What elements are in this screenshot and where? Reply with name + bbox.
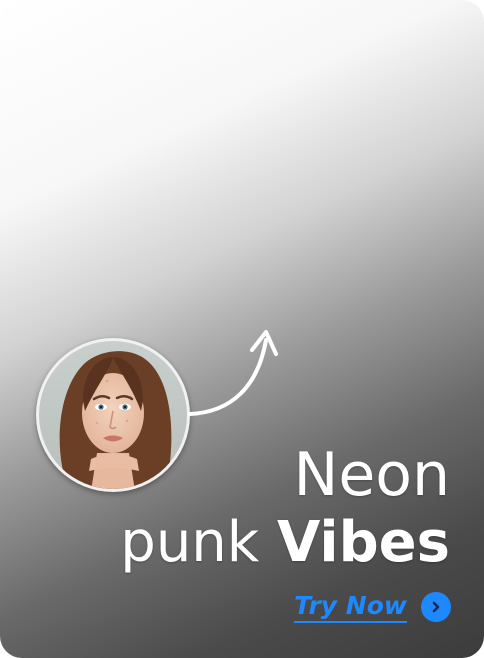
- promo-card[interactable]: Neon punk Vibes Try Now: [0, 0, 484, 658]
- headline-punk: punk: [120, 510, 260, 575]
- try-now-link[interactable]: Try Now: [294, 589, 451, 625]
- chevron-right-icon[interactable]: [421, 592, 451, 622]
- curved-arrow-icon: [188, 330, 278, 416]
- try-now-label[interactable]: Try Now: [294, 591, 407, 623]
- headline-line-2: punk Vibes: [30, 508, 450, 578]
- headline-vibes: Vibes: [277, 510, 450, 575]
- headline-line-1: Neon: [293, 440, 450, 510]
